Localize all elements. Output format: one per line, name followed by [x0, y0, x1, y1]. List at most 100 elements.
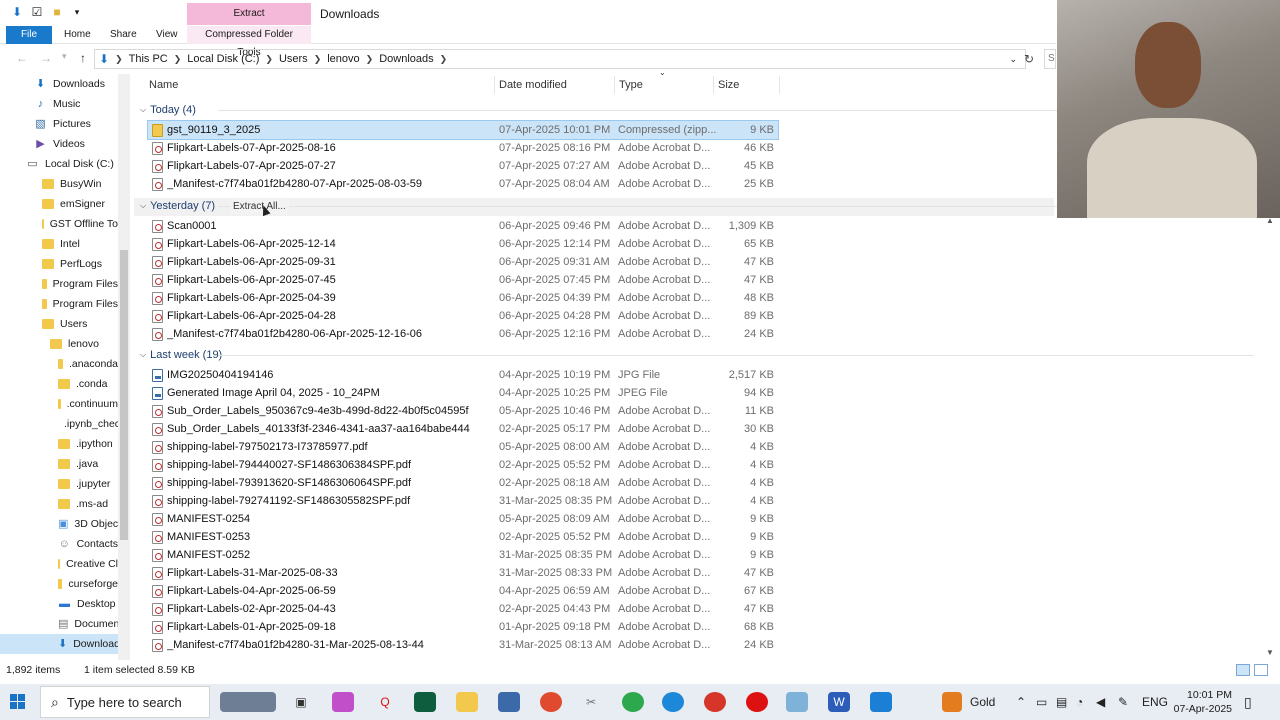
file-row[interactable]: gst_90119_3_2025 07-Apr-2025 10:01 PM Comp…: [147, 120, 779, 140]
notifications-icon[interactable]: ▯: [1244, 684, 1252, 720]
column-header-date[interactable]: Date modified: [499, 79, 567, 97]
file-row[interactable]: IMG20250404194146 04-Apr-2025 10:19 PM JPG…: [148, 366, 778, 384]
file-row[interactable]: shipping-label-793913620-SF1486306064SPF…: [148, 474, 778, 492]
column-divider[interactable]: [494, 76, 495, 94]
tray-chevron-icon[interactable]: ⌃: [1016, 684, 1026, 720]
windows-start-icon[interactable]: [10, 694, 26, 710]
file-row[interactable]: MANIFEST-0252 31-Mar-2025 08:35 PM Adobe A…: [148, 546, 778, 564]
nav-item[interactable]: BusyWin: [0, 174, 118, 194]
pen-icon[interactable]: ✎: [1118, 684, 1128, 720]
file-row[interactable]: shipping-label-792741192-SF1486305582SPF…: [148, 492, 778, 510]
nav-item[interactable]: emSigner: [0, 194, 118, 214]
tally-icon[interactable]: [414, 692, 436, 712]
copilot-icon[interactable]: [332, 692, 354, 712]
snipping-tool-icon[interactable]: ✂: [580, 692, 602, 712]
nav-item[interactable]: Program Files: [0, 274, 118, 294]
taskbar-search[interactable]: ⌕ Type here to search: [40, 686, 210, 718]
nav-item[interactable]: .java: [0, 454, 118, 474]
file-row[interactable]: Flipkart-Labels-01-Apr-2025-09-18 01-Apr-…: [148, 618, 778, 636]
nav-item[interactable]: .anaconda: [0, 354, 118, 374]
column-divider[interactable]: [779, 76, 780, 94]
forward-arrow-icon[interactable]: →: [40, 51, 52, 65]
file-row[interactable]: Flipkart-Labels-07-Apr-2025-07-27 07-Apr-…: [148, 157, 778, 175]
nav-item[interactable]: ▧ Pictures: [0, 114, 118, 134]
list-scrollbar[interactable]: ▲ ▼: [1264, 216, 1276, 662]
clock[interactable]: 10:01 PM 07-Apr-2025: [1166, 688, 1232, 716]
nav-item[interactable]: Program Files: [0, 294, 118, 314]
chrome-icon[interactable]: [540, 692, 562, 712]
tab-compressed-folder-tools[interactable]: Compressed Folder Tools: [187, 26, 311, 58]
column-divider[interactable]: [713, 76, 714, 94]
file-row[interactable]: Flipkart-Labels-06-Apr-2025-07-45 06-Apr-…: [148, 271, 778, 289]
breadcrumb-this-pc[interactable]: This PC: [129, 53, 168, 65]
address-dropdown-icon[interactable]: ⌄: [1009, 54, 1017, 65]
nav-item[interactable]: PerfLogs: [0, 254, 118, 274]
file-row[interactable]: Flipkart-Labels-06-Apr-2025-12-14 06-Apr-…: [148, 235, 778, 253]
nav-item[interactable]: curseforge: [0, 574, 118, 594]
address-bar[interactable]: ⬇ ❯ This PC ❯ Local Disk (C:) ❯ Users ❯ …: [94, 49, 1026, 69]
back-arrow-icon[interactable]: ←: [16, 51, 28, 65]
nav-scrollbar-thumb[interactable]: [120, 250, 128, 540]
app-blue-icon[interactable]: [786, 692, 808, 712]
file-row[interactable]: shipping-label-794440027-SF1486306384SPF…: [148, 456, 778, 474]
recent-chevron-icon[interactable]: ▾: [62, 51, 67, 62]
column-header-type[interactable]: Type: [619, 79, 643, 97]
nav-item[interactable]: .jupyter: [0, 474, 118, 494]
breadcrumb-lenovo[interactable]: lenovo: [327, 53, 359, 65]
nav-item[interactable]: .ipynb_chec: [0, 414, 120, 434]
tab-file[interactable]: File: [6, 26, 52, 44]
file-row[interactable]: Scan0001 06-Apr-2025 09:46 PM Adobe Acroba…: [148, 217, 778, 235]
app-bluebox-icon[interactable]: [870, 692, 892, 712]
nav-item[interactable]: ▭ Local Disk (C:): [0, 154, 118, 174]
nav-item[interactable]: ⬇ Downloads: [0, 74, 118, 94]
weather-icon[interactable]: [942, 692, 962, 712]
breadcrumb-users[interactable]: Users: [279, 53, 308, 65]
up-arrow-icon[interactable]: ↑: [80, 51, 86, 65]
file-row[interactable]: Generated Image April 04, 2025 - 10_24PM…: [148, 384, 778, 402]
nav-item[interactable]: ▤ Documents: [0, 614, 128, 634]
tab-share[interactable]: Share: [104, 26, 143, 44]
nav-item[interactable]: .ms-ad: [0, 494, 118, 514]
column-divider[interactable]: [614, 76, 615, 94]
copilot-banner-icon[interactable]: [220, 692, 276, 712]
customize-icon[interactable]: ▾: [70, 5, 84, 19]
file-row[interactable]: _Manifest-c7f74ba01f2b4280-07-Apr-2025-0…: [148, 175, 778, 193]
column-header-size[interactable]: Size: [718, 79, 739, 97]
file-row[interactable]: Flipkart-Labels-06-Apr-2025-04-28 06-Apr-…: [148, 307, 778, 325]
nav-item[interactable]: ⬇ Downloads: [0, 634, 125, 654]
down-arrow-icon[interactable]: ⬇: [10, 5, 24, 19]
file-row[interactable]: Flipkart-Labels-04-Apr-2025-06-59 04-Apr-…: [148, 582, 778, 600]
tray-app-icon[interactable]: ▤: [1056, 684, 1067, 720]
column-header-name[interactable]: Name: [149, 79, 178, 97]
task-view-icon[interactable]: ▣: [290, 692, 312, 712]
app-shield-icon[interactable]: [498, 692, 520, 712]
nav-item[interactable]: ▬ Desktop: [0, 594, 118, 614]
file-row[interactable]: Flipkart-Labels-02-Apr-2025-04-43 02-Apr-…: [148, 600, 778, 618]
breadcrumb-local-disk[interactable]: Local Disk (C:): [187, 53, 259, 65]
weather-label[interactable]: Gold: [970, 684, 995, 720]
scroll-down-icon[interactable]: ▼: [1266, 648, 1274, 657]
refresh-icon[interactable]: ↻: [1024, 52, 1034, 66]
tab-view[interactable]: View: [150, 26, 184, 44]
folder-icon[interactable]: ■: [50, 5, 64, 19]
nav-item[interactable]: ♪ Music: [0, 94, 118, 114]
language-indicator[interactable]: ENG: [1142, 684, 1168, 720]
file-row[interactable]: MANIFEST-0253 02-Apr-2025 05:52 PM Adobe A…: [148, 528, 778, 546]
file-row[interactable]: Sub_Order_Labels_950367c9-4e3b-499d-8d22…: [148, 402, 778, 420]
properties-icon[interactable]: ☑: [30, 5, 44, 19]
file-row[interactable]: Sub_Order_Labels_40133f3f-2346-4341-aa37…: [148, 420, 778, 438]
file-row[interactable]: _Manifest-c7f74ba01f2b4280-31-Mar-2025-0…: [148, 636, 778, 654]
nav-item[interactable]: Creative Cl: [0, 554, 118, 574]
file-explorer-icon[interactable]: [456, 692, 478, 712]
network-icon[interactable]: ◔: [1076, 684, 1083, 720]
nav-item[interactable]: ▣ 3D Objects: [0, 514, 126, 534]
file-row[interactable]: MANIFEST-0254 05-Apr-2025 08:09 AM Adobe A…: [148, 510, 778, 528]
large-icons-view-icon[interactable]: [1254, 664, 1268, 676]
breadcrumb-downloads[interactable]: Downloads: [379, 53, 433, 65]
edge-icon[interactable]: [662, 692, 684, 712]
file-row[interactable]: Flipkart-Labels-07-Apr-2025-08-16 07-Apr-…: [148, 139, 778, 157]
battery-icon[interactable]: ▭: [1036, 684, 1047, 720]
nav-item[interactable]: .ipython: [0, 434, 118, 454]
nav-item[interactable]: .conda: [0, 374, 118, 394]
tab-home[interactable]: Home: [58, 26, 97, 44]
